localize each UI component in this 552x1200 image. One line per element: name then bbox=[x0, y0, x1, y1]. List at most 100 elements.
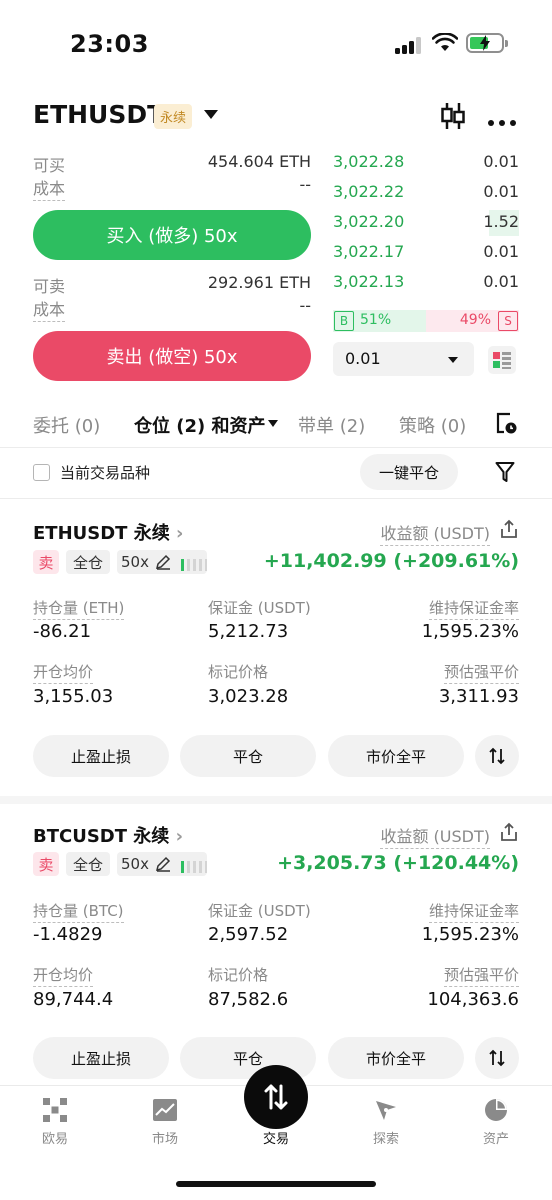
orderbook-row[interactable]: 3,022.22 0.01 bbox=[333, 178, 519, 208]
trade-center-button[interactable] bbox=[244, 1065, 308, 1129]
adl-indicator-icon bbox=[181, 556, 207, 575]
price-precision-value: 0.01 bbox=[345, 349, 381, 368]
chart-icon[interactable] bbox=[152, 1098, 178, 1126]
chevron-right-icon: › bbox=[176, 523, 184, 544]
chevron-right-icon: › bbox=[175, 826, 183, 847]
chevron-down-icon bbox=[448, 357, 458, 363]
share-icon[interactable] bbox=[499, 519, 519, 543]
position-symbol[interactable]: BTCUSDT 永续 › bbox=[33, 822, 183, 848]
market-close-button[interactable]: 市价全平 bbox=[328, 735, 464, 777]
page-title[interactable]: ETHUSDT bbox=[33, 100, 164, 129]
sell-short-button[interactable]: 卖出 (做空) 50x bbox=[33, 331, 311, 381]
tpsl-button[interactable]: 止盈止损 bbox=[33, 1037, 169, 1079]
orderbook-row[interactable]: 3,022.17 0.01 bbox=[333, 238, 519, 268]
position-tags: 卖 全仓 50x bbox=[33, 852, 313, 876]
pnl-value: +11,402.99 (+209.61%) bbox=[263, 550, 519, 572]
nav-trade[interactable]: 交易 bbox=[246, 1128, 306, 1147]
orderbook-row[interactable]: 3,022.20 1.52 bbox=[333, 208, 519, 238]
battery-icon bbox=[466, 33, 508, 53]
liquidation-price-label: 预估强平价 bbox=[443, 964, 519, 987]
entry-price-value: 3,155.03 bbox=[33, 686, 114, 707]
buy-cost-label: 成本 bbox=[33, 175, 66, 201]
more-icon[interactable] bbox=[487, 112, 517, 131]
maintenance-margin-value: 1,595.23% bbox=[421, 621, 519, 642]
leverage-value: 50x bbox=[121, 855, 149, 873]
close-all-button[interactable]: 一键平仓 bbox=[360, 454, 458, 490]
tpsl-button[interactable]: 止盈止损 bbox=[33, 735, 169, 777]
chevron-down-icon[interactable] bbox=[268, 420, 278, 427]
wifi-icon bbox=[431, 32, 459, 57]
margin-value: 5,212.73 bbox=[208, 621, 289, 642]
adl-indicator-icon bbox=[181, 858, 207, 877]
entry-price-value: 89,744.4 bbox=[33, 989, 114, 1010]
pnl-value: +3,205.73 (+120.44%) bbox=[277, 852, 519, 874]
side-tag: 卖 bbox=[33, 550, 59, 574]
reverse-position-button[interactable] bbox=[475, 1037, 519, 1079]
pnl-label: 收益额 (USDT) bbox=[380, 823, 490, 849]
tab-copy-trading[interactable]: 带单 (2) bbox=[298, 412, 365, 438]
chevron-down-icon[interactable] bbox=[204, 110, 218, 119]
swap-vertical-icon bbox=[489, 747, 505, 765]
price-precision-select[interactable]: 0.01 bbox=[333, 342, 474, 376]
tab-strategies[interactable]: 策略 (0) bbox=[399, 412, 466, 438]
buy-sell-ratio-bar: B 51% 49% S bbox=[333, 310, 519, 332]
nav-explore[interactable]: 探索 bbox=[356, 1128, 416, 1147]
margin-value: 2,597.52 bbox=[208, 924, 289, 945]
order-history-icon[interactable] bbox=[494, 411, 518, 439]
size-label: 持仓量 (BTC) bbox=[33, 900, 124, 923]
orderbook-qty: 0.01 bbox=[483, 242, 519, 261]
nav-assets[interactable]: 资产 bbox=[466, 1128, 526, 1147]
sell-tag: S bbox=[498, 311, 518, 331]
current-symbol-checkbox[interactable] bbox=[33, 464, 50, 481]
orderbook-row[interactable]: 3,022.13 0.01 bbox=[333, 268, 519, 298]
reverse-position-button[interactable] bbox=[475, 735, 519, 777]
orderbook-price: 3,022.20 bbox=[333, 212, 405, 231]
mark-price-label: 标记价格 bbox=[208, 966, 269, 984]
close-position-button[interactable]: 平仓 bbox=[180, 735, 316, 777]
size-value: -86.21 bbox=[33, 621, 92, 642]
orderbook-layout-icon bbox=[493, 352, 511, 369]
orderbook-layout-button[interactable] bbox=[488, 346, 516, 374]
pie-chart-icon[interactable] bbox=[484, 1098, 508, 1126]
orderbook-row[interactable]: 3,022.28 0.01 bbox=[333, 148, 519, 178]
leverage-value: 50x bbox=[121, 553, 149, 571]
perpetual-badge: 永续 bbox=[154, 104, 193, 129]
mark-price-label: 标记价格 bbox=[208, 663, 269, 681]
tab-positions-assets[interactable]: 仓位 (2) 和资产 bbox=[134, 412, 266, 438]
margin-mode-tag: 全仓 bbox=[66, 550, 110, 574]
entry-price-label: 开仓均价 bbox=[33, 661, 94, 684]
home-indicator bbox=[176, 1181, 376, 1187]
orderbook-price: 3,022.17 bbox=[333, 242, 405, 261]
size-label: 持仓量 (ETH) bbox=[33, 597, 125, 620]
market-close-button[interactable]: 市价全平 bbox=[328, 1037, 464, 1079]
share-icon[interactable] bbox=[499, 822, 519, 846]
sell-available-value: 292.961 ETH bbox=[207, 273, 311, 292]
candlestick-chart-icon[interactable] bbox=[440, 102, 466, 134]
swap-vertical-icon bbox=[264, 1084, 288, 1110]
buy-percent: 51% bbox=[360, 312, 392, 328]
buy-long-button[interactable]: 买入 (做多) 50x bbox=[33, 210, 311, 260]
nav-okx[interactable]: 欧易 bbox=[25, 1128, 85, 1147]
position-symbol-text: ETHUSDT 永续 bbox=[33, 523, 170, 544]
nav-market[interactable]: 市场 bbox=[135, 1128, 195, 1147]
okx-logo-icon[interactable] bbox=[43, 1098, 67, 1126]
cellular-signal-icon bbox=[395, 36, 423, 54]
maintenance-margin-value: 1,595.23% bbox=[421, 924, 519, 945]
position-symbol-text: BTCUSDT 永续 bbox=[33, 826, 170, 847]
mark-price-value: 87,582.6 bbox=[208, 989, 289, 1010]
orderbook-qty: 0.01 bbox=[483, 272, 519, 291]
maintenance-margin-label: 维持保证金率 bbox=[428, 597, 519, 620]
buy-tag: B bbox=[334, 311, 354, 331]
entry-price-label: 开仓均价 bbox=[33, 964, 94, 987]
margin-mode-tag: 全仓 bbox=[66, 852, 110, 876]
tab-orders[interactable]: 委托 (0) bbox=[33, 412, 100, 438]
buy-available-value: 454.604 ETH bbox=[207, 152, 311, 171]
sell-available-label: 可卖 bbox=[33, 277, 66, 296]
orderbook-qty: 0.01 bbox=[483, 152, 519, 171]
filter-icon[interactable] bbox=[495, 461, 515, 487]
sell-cost-value: -- bbox=[299, 296, 311, 315]
compass-icon[interactable] bbox=[373, 1097, 399, 1127]
liquidation-price-value: 3,311.93 bbox=[438, 686, 519, 707]
divider bbox=[0, 498, 552, 499]
position-symbol[interactable]: ETHUSDT 永续 › bbox=[33, 519, 183, 545]
